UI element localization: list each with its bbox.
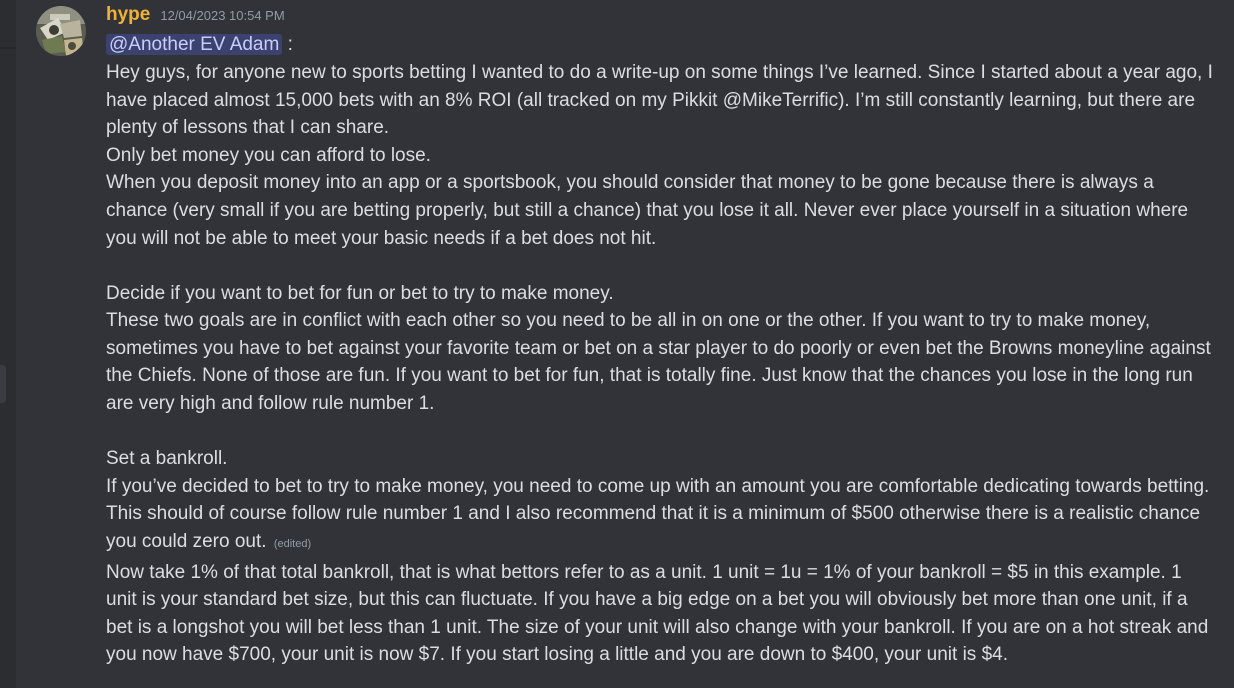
- rule3-body: If you’ve decided to bet to try to make …: [106, 473, 1216, 559]
- unit-body: Now take 1% of that total bankroll, that…: [106, 561, 1209, 666]
- rail-divider: [0, 47, 16, 49]
- message-header: hype 12/04/2023 10:54 PM: [106, 4, 285, 30]
- user-mention[interactable]: @Another EV Adam: [106, 34, 283, 55]
- rule1-body: When you deposit money into an app or a …: [106, 172, 1189, 249]
- timestamp: 12/04/2023 10:54 PM: [160, 8, 285, 23]
- left-rail: [0, 0, 16, 688]
- rule1-title: Only bet money you can afford to lose.: [106, 144, 431, 166]
- rail-indicator: [0, 365, 6, 403]
- chat-message: hype 12/04/2023 10:54 PM @Another EV Ada…: [16, 0, 1234, 688]
- avatar-image: [36, 6, 86, 56]
- rule2-body: These two goals are in conflict with eac…: [106, 310, 1211, 415]
- mention-suffix: :: [282, 34, 293, 55]
- username[interactable]: hype: [106, 4, 150, 26]
- edited-label: (edited): [273, 537, 312, 550]
- mention-line: @Another EV Adam :: [106, 31, 1216, 59]
- rule3-body-text: If you’ve decided to bet to try to make …: [106, 475, 1210, 552]
- intro-text: Hey guys, for anyone new to sports betti…: [106, 62, 1213, 139]
- rule3-title: Set a bankroll.: [106, 448, 228, 470]
- message-content: @Another EV Adam : Hey guys, for anyone …: [106, 31, 1216, 669]
- rule2-title: Decide if you want to bet for fun or bet…: [106, 282, 614, 304]
- avatar[interactable]: [36, 6, 86, 56]
